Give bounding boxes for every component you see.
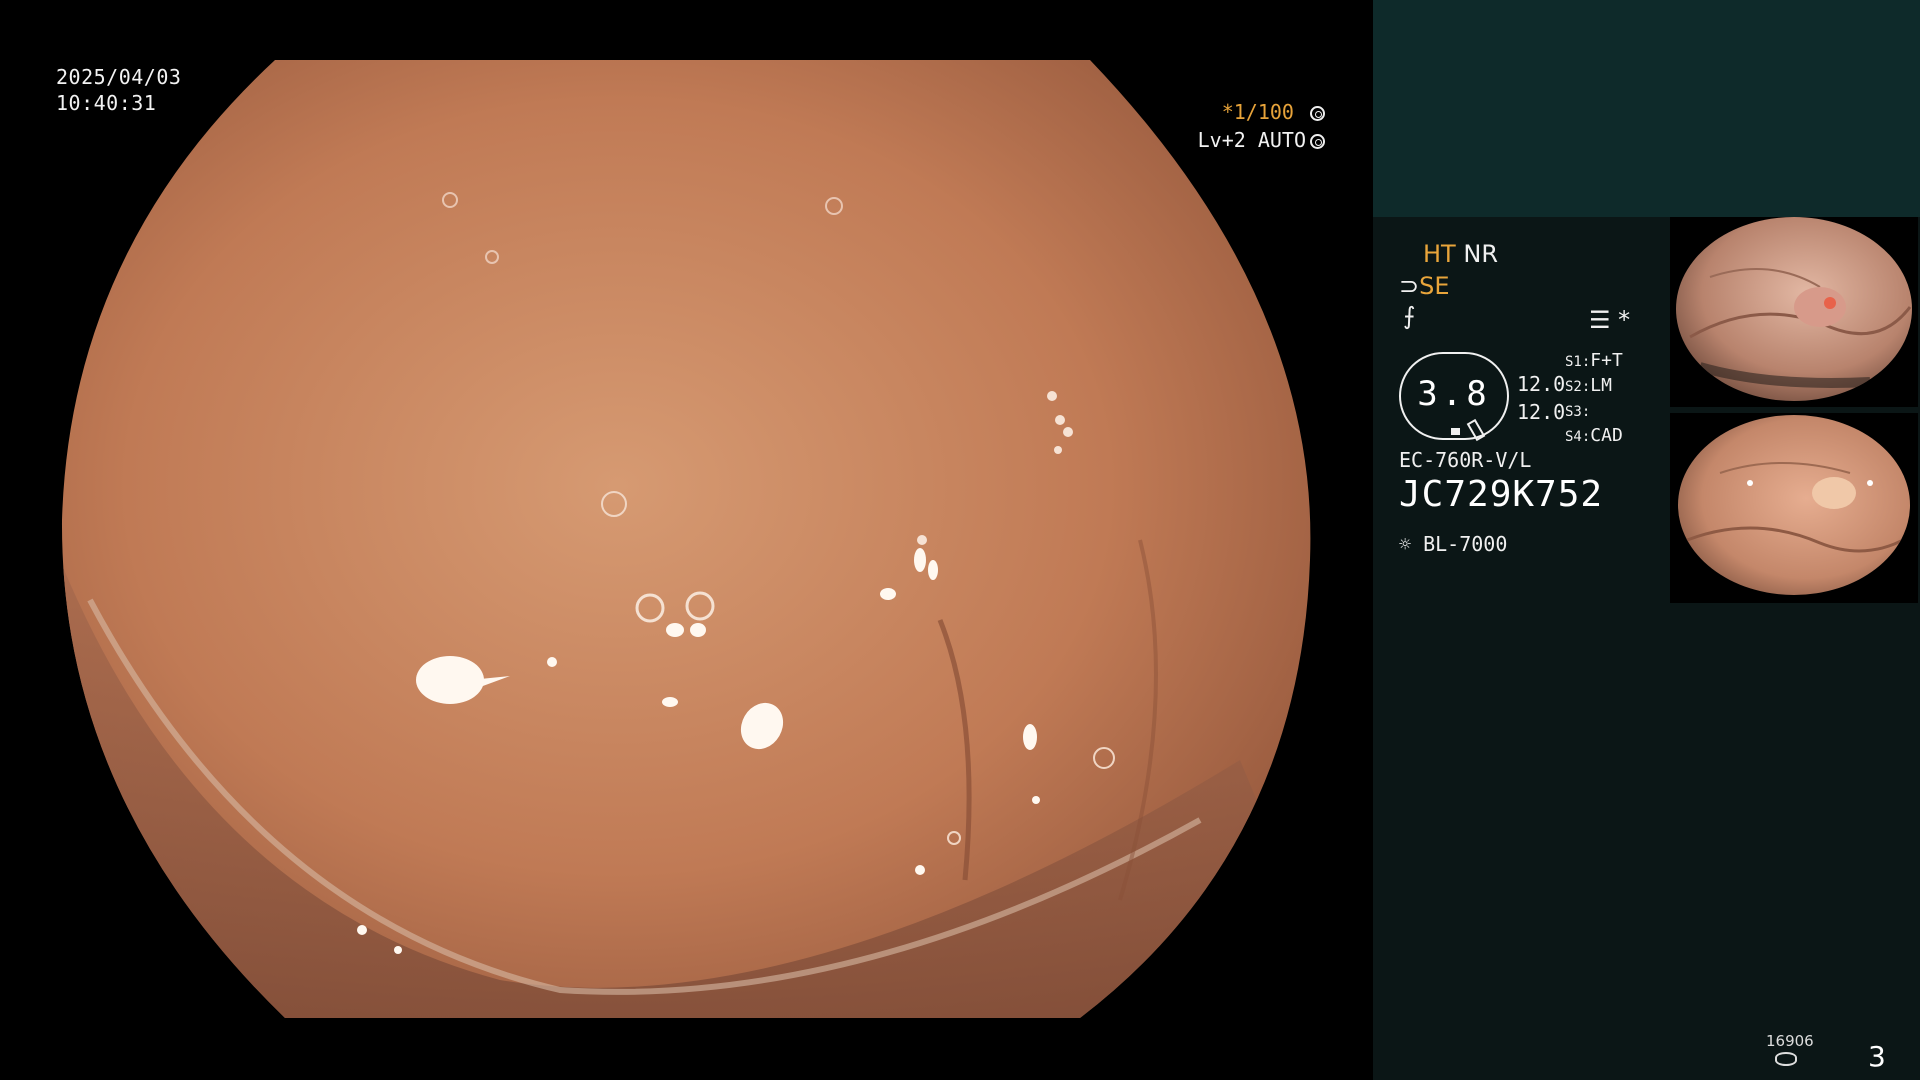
shutter-row: *1/100 — [1198, 98, 1325, 126]
slot-s3: S3: — [1565, 400, 1590, 421]
scope-model: EC-760R-V/L — [1399, 448, 1532, 472]
exposure-readout: *1/100 Lv+2 AUTO — [1198, 98, 1325, 154]
slot-s4: S4:CAD — [1565, 425, 1623, 446]
info-panel-header-area — [1373, 0, 1920, 217]
gauge-value: 3.8 — [1417, 374, 1491, 414]
iris-ring-icon — [1310, 134, 1325, 149]
thumbnail-image-2 — [1670, 413, 1918, 603]
storage-icon — [1775, 1052, 1797, 1066]
light-source-label: BL-7000 — [1423, 532, 1508, 556]
setting-value-b: 12.0 — [1517, 400, 1566, 424]
date-time-readout: 2025/04/03 10:40:31 — [56, 64, 181, 116]
gauge-needle — [1466, 418, 1486, 442]
asterisk-label: * — [1618, 306, 1631, 334]
s2-label: S2: — [1565, 379, 1591, 395]
shutter-value: *1/100 — [1221, 100, 1294, 124]
slot-s2: S2:LM — [1565, 375, 1612, 396]
light-source-row: ☼ BL-7000 — [1399, 532, 1507, 556]
s4-value: CAD — [1590, 425, 1623, 446]
thumbnail-image-1 — [1670, 217, 1918, 407]
page-number: 3 — [1868, 1040, 1886, 1073]
setting-value-a: 12.0 — [1517, 372, 1566, 396]
ht-nr-row: HT NR — [1423, 240, 1498, 268]
mode-sun-icon — [1310, 106, 1325, 121]
slot-s1: S1:F+T — [1565, 350, 1623, 371]
capture-thumbnail-2[interactable] — [1670, 413, 1918, 603]
se-label: SE — [1419, 272, 1450, 300]
nr-label: NR — [1463, 240, 1498, 268]
image-counter: 16906 — [1766, 1032, 1814, 1050]
lamp-icon: ☼ — [1399, 532, 1412, 556]
s3-label: S3: — [1565, 404, 1591, 420]
time-text: 10:40:31 — [56, 91, 157, 115]
s2-value: LM — [1590, 375, 1612, 396]
iris-row: Lv+2 AUTO — [1198, 126, 1325, 154]
s4-label: S4: — [1565, 429, 1591, 445]
iris-mode: AUTO — [1257, 128, 1306, 152]
menu-icon: ☰ — [1589, 306, 1611, 334]
scope-serial: JC729K752 — [1399, 474, 1604, 515]
endoscope-image — [61, 60, 1311, 1018]
menu-row: ☰ * — [1589, 306, 1630, 334]
gauge-marker — [1451, 428, 1460, 435]
capture-thumbnail-1[interactable] — [1670, 217, 1918, 407]
date-text: 2025/04/03 — [56, 65, 182, 89]
scope-symbol-icon: ⊃ — [1399, 272, 1420, 300]
se-row: ⊃SE — [1399, 272, 1450, 300]
gauge-display: 3.8 — [1399, 352, 1509, 442]
s1-label: S1: — [1565, 354, 1591, 370]
info-panel: HT NR ⊃SE ⨍ ☰ * 3.8 12.0 12.0 S1:F+T S2:… — [1373, 0, 1920, 1080]
endoscope-live-view: 2025/04/03 10:40:31 *1/100 Lv+2 AUTO — [0, 0, 1373, 1080]
ht-label: HT — [1423, 240, 1456, 268]
freeze-symbol-icon: ⨍ — [1403, 302, 1416, 330]
level-value: Lv+2 — [1197, 128, 1246, 152]
s1-value: F+T — [1590, 350, 1623, 371]
